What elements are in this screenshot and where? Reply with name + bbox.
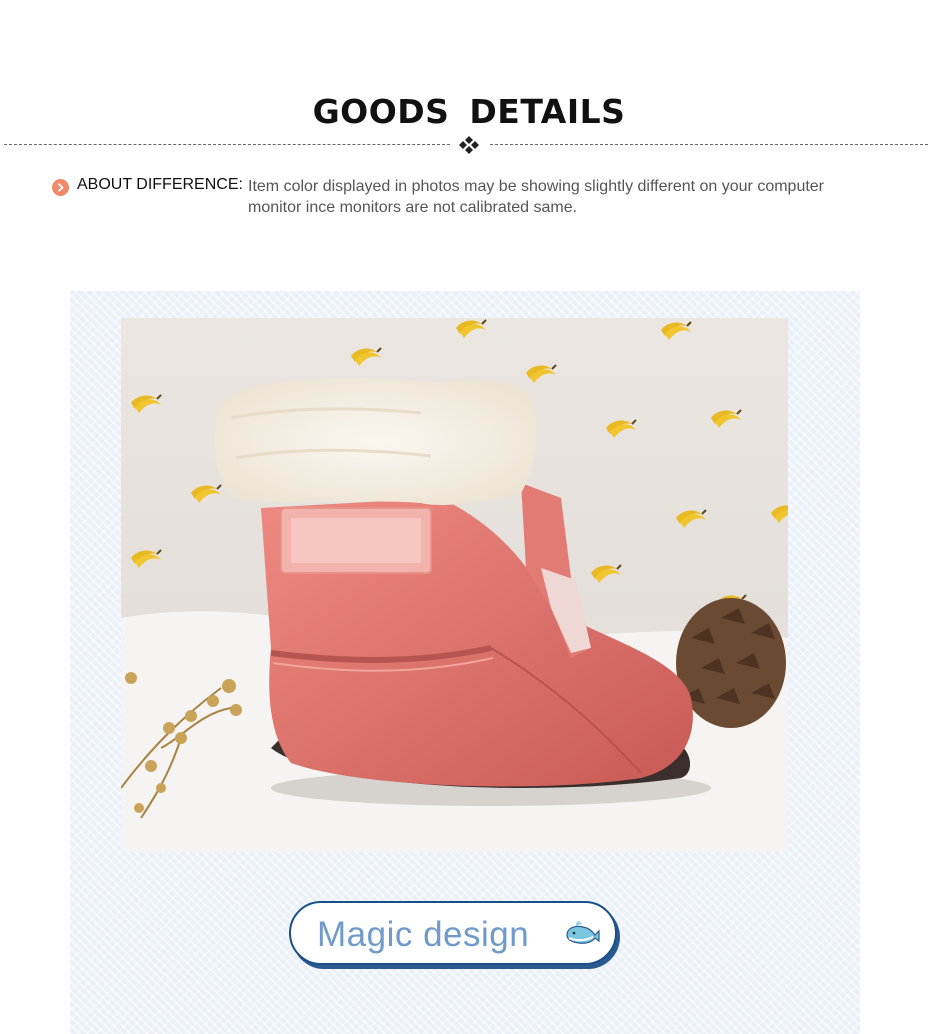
magic-design-banner: Magic design [289, 901, 617, 965]
product-photo [121, 318, 788, 852]
arrow-circle-icon [52, 179, 69, 196]
divider-line-right [490, 144, 928, 145]
whale-icon [566, 921, 600, 944]
diamond-cluster-icon [459, 136, 479, 154]
page-title: GOODS DETAILS [312, 92, 626, 131]
note-label: ABOUT DIFFERENCE: [77, 176, 243, 193]
divider-line-left [4, 144, 450, 145]
product-photo-panel: Magic design [70, 291, 860, 1034]
note-text: Item color displayed in photos may be sh… [248, 178, 825, 216]
magic-design-label: Magic design [317, 915, 530, 954]
